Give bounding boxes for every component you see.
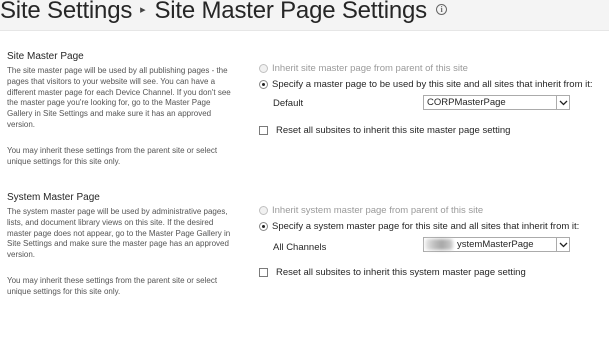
breadcrumb-separator-icon: ▸	[140, 4, 146, 16]
page-title: Site Settings ▸ Site Master Page Settings i	[0, 0, 447, 25]
system-master-inherit-label: Inherit system master page from parent o…	[272, 205, 484, 216]
redacted-text-blur	[425, 239, 453, 250]
site-master-channel-label: Default	[273, 98, 304, 109]
system-master-section-title: System Master Page	[7, 192, 100, 203]
site-master-reset-option[interactable]: Reset all subsites to inherit this site …	[259, 125, 510, 136]
site-master-section-title: Site Master Page	[7, 51, 84, 62]
site-master-dropdown[interactable]: CORPMasterPage	[423, 95, 570, 110]
system-master-specify-label: Specify a system master page for this si…	[272, 221, 580, 232]
system-master-dropdown-value: ystemMasterPage	[457, 239, 534, 250]
site-master-specify-option[interactable]: Specify a master page to be used by this…	[259, 79, 593, 90]
system-master-specify-radio[interactable]	[259, 222, 268, 231]
site-master-reset-checkbox[interactable]	[259, 126, 268, 135]
system-master-reset-checkbox[interactable]	[259, 268, 268, 277]
site-master-inherit-label: Inherit site master page from parent of …	[272, 63, 468, 74]
chevron-down-icon[interactable]	[556, 96, 569, 109]
system-master-description: The system master page will be used by a…	[7, 207, 231, 260]
info-icon[interactable]: i	[435, 4, 447, 15]
system-master-channel-label: All Channels	[273, 242, 327, 253]
system-master-inherit-option[interactable]: Inherit system master page from parent o…	[259, 205, 483, 216]
site-master-note: You may inherit these settings from the …	[7, 146, 218, 166]
system-master-reset-option[interactable]: Reset all subsites to inherit this syste…	[259, 267, 526, 278]
site-master-description: The site master page will be used by all…	[7, 66, 231, 129]
breadcrumb-site-settings[interactable]: Site Settings	[0, 0, 132, 24]
system-master-dropdown[interactable]: ystemMasterPage	[423, 237, 570, 252]
system-master-note: You may inherit these settings from the …	[7, 276, 218, 296]
site-master-specify-label: Specify a master page to be used by this…	[272, 79, 593, 90]
chevron-down-icon[interactable]	[556, 238, 569, 251]
system-master-reset-label: Reset all subsites to inherit this syste…	[276, 267, 526, 278]
system-master-inherit-radio[interactable]	[259, 206, 268, 215]
site-master-dropdown-value: CORPMasterPage	[427, 97, 506, 108]
site-master-inherit-option[interactable]: Inherit site master page from parent of …	[259, 63, 468, 74]
page-title-text: Site Master Page Settings	[154, 0, 427, 24]
site-master-reset-label: Reset all subsites to inherit this site …	[276, 125, 511, 136]
site-master-inherit-radio[interactable]	[259, 64, 268, 73]
page-header: Site Settings ▸ Site Master Page Settings i	[0, 0, 609, 31]
system-master-specify-option[interactable]: Specify a system master page for this si…	[259, 221, 579, 232]
site-master-specify-radio[interactable]	[259, 80, 268, 89]
